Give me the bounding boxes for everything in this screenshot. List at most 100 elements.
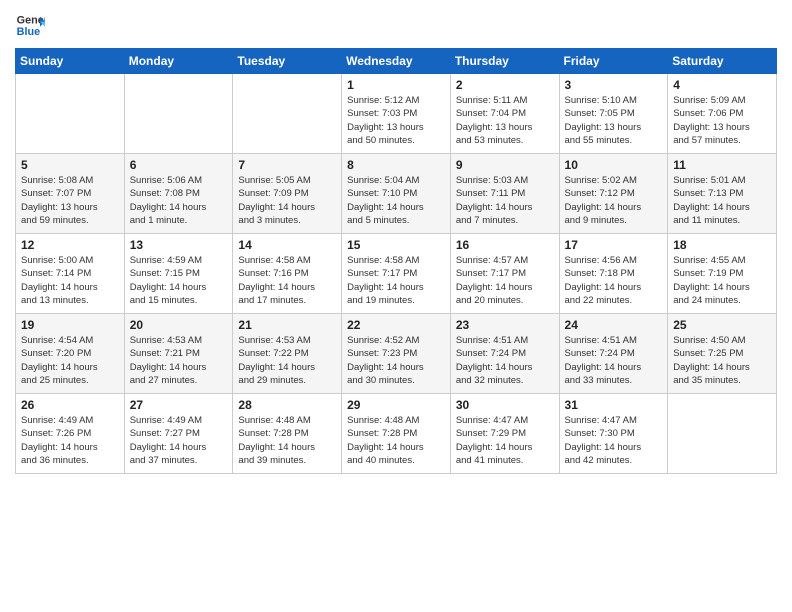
day-number: 12 [21, 238, 119, 252]
calendar-cell [16, 74, 125, 154]
weekday-header-monday: Monday [124, 49, 233, 74]
calendar-cell: 24 Sunrise: 4:51 AM Sunset: 7:24 PM Dayli… [559, 314, 668, 394]
day-info: Sunrise: 4:49 AM Sunset: 7:27 PM Dayligh… [130, 414, 228, 467]
calendar-cell: 5 Sunrise: 5:08 AM Sunset: 7:07 PM Daylig… [16, 154, 125, 234]
day-number: 16 [456, 238, 554, 252]
calendar-cell: 26 Sunrise: 4:49 AM Sunset: 7:26 PM Dayli… [16, 394, 125, 474]
day-info: Sunrise: 5:12 AM Sunset: 7:03 PM Dayligh… [347, 94, 445, 147]
weekday-header-saturday: Saturday [668, 49, 777, 74]
calendar-week-3: 12 Sunrise: 5:00 AM Sunset: 7:14 PM Dayli… [16, 234, 777, 314]
day-info: Sunrise: 4:52 AM Sunset: 7:23 PM Dayligh… [347, 334, 445, 387]
day-number: 3 [565, 78, 663, 92]
day-info: Sunrise: 5:04 AM Sunset: 7:10 PM Dayligh… [347, 174, 445, 227]
day-info: Sunrise: 4:48 AM Sunset: 7:28 PM Dayligh… [238, 414, 336, 467]
calendar-cell: 3 Sunrise: 5:10 AM Sunset: 7:05 PM Daylig… [559, 74, 668, 154]
weekday-header-tuesday: Tuesday [233, 49, 342, 74]
day-number: 10 [565, 158, 663, 172]
weekday-header-friday: Friday [559, 49, 668, 74]
day-number: 30 [456, 398, 554, 412]
day-number: 24 [565, 318, 663, 332]
day-info: Sunrise: 5:02 AM Sunset: 7:12 PM Dayligh… [565, 174, 663, 227]
calendar-cell: 1 Sunrise: 5:12 AM Sunset: 7:03 PM Daylig… [342, 74, 451, 154]
day-number: 5 [21, 158, 119, 172]
day-info: Sunrise: 4:54 AM Sunset: 7:20 PM Dayligh… [21, 334, 119, 387]
day-number: 2 [456, 78, 554, 92]
calendar-cell: 8 Sunrise: 5:04 AM Sunset: 7:10 PM Daylig… [342, 154, 451, 234]
calendar-cell: 27 Sunrise: 4:49 AM Sunset: 7:27 PM Dayli… [124, 394, 233, 474]
header: General Blue [15, 10, 777, 40]
calendar-week-5: 26 Sunrise: 4:49 AM Sunset: 7:26 PM Dayli… [16, 394, 777, 474]
day-info: Sunrise: 5:09 AM Sunset: 7:06 PM Dayligh… [673, 94, 771, 147]
day-number: 22 [347, 318, 445, 332]
calendar-cell: 17 Sunrise: 4:56 AM Sunset: 7:18 PM Dayli… [559, 234, 668, 314]
day-number: 29 [347, 398, 445, 412]
calendar-cell: 25Sunrise: 4:50 AM Sunset: 7:25 PM Dayli… [668, 314, 777, 394]
day-number: 21 [238, 318, 336, 332]
weekday-header-row: SundayMondayTuesdayWednesdayThursdayFrid… [16, 49, 777, 74]
day-info: Sunrise: 4:56 AM Sunset: 7:18 PM Dayligh… [565, 254, 663, 307]
day-number: 7 [238, 158, 336, 172]
day-info: Sunrise: 5:00 AM Sunset: 7:14 PM Dayligh… [21, 254, 119, 307]
day-number: 18 [673, 238, 771, 252]
calendar-cell: 2Sunrise: 5:11 AM Sunset: 7:04 PM Daylig… [450, 74, 559, 154]
calendar-cell [668, 394, 777, 474]
calendar-cell: 19Sunrise: 4:54 AM Sunset: 7:20 PM Dayli… [16, 314, 125, 394]
day-number: 11 [673, 158, 771, 172]
calendar-cell: 22 Sunrise: 4:52 AM Sunset: 7:23 PM Dayli… [342, 314, 451, 394]
calendar-cell: 7 Sunrise: 5:05 AM Sunset: 7:09 PM Daylig… [233, 154, 342, 234]
calendar-cell: 15 Sunrise: 4:58 AM Sunset: 7:17 PM Dayli… [342, 234, 451, 314]
svg-text:Blue: Blue [17, 26, 40, 38]
day-info: Sunrise: 5:08 AM Sunset: 7:07 PM Dayligh… [21, 174, 119, 227]
calendar-cell: 12 Sunrise: 5:00 AM Sunset: 7:14 PM Dayli… [16, 234, 125, 314]
page: General Blue SundayMondayTuesdayWednesda… [0, 0, 792, 612]
day-number: 4 [673, 78, 771, 92]
calendar-cell: 4 Sunrise: 5:09 AM Sunset: 7:06 PM Daylig… [668, 74, 777, 154]
day-info: Sunrise: 5:10 AM Sunset: 7:05 PM Dayligh… [565, 94, 663, 147]
day-number: 8 [347, 158, 445, 172]
calendar-cell: 13Sunrise: 4:59 AM Sunset: 7:15 PM Dayli… [124, 234, 233, 314]
day-info: Sunrise: 4:50 AM Sunset: 7:25 PM Dayligh… [673, 334, 771, 387]
day-info: Sunrise: 4:58 AM Sunset: 7:17 PM Dayligh… [347, 254, 445, 307]
day-info: Sunrise: 4:57 AM Sunset: 7:17 PM Dayligh… [456, 254, 554, 307]
weekday-header-sunday: Sunday [16, 49, 125, 74]
day-info: Sunrise: 4:51 AM Sunset: 7:24 PM Dayligh… [456, 334, 554, 387]
day-info: Sunrise: 4:58 AM Sunset: 7:16 PM Dayligh… [238, 254, 336, 307]
day-number: 26 [21, 398, 119, 412]
calendar-cell [233, 74, 342, 154]
day-number: 1 [347, 78, 445, 92]
day-number: 31 [565, 398, 663, 412]
day-number: 27 [130, 398, 228, 412]
calendar-cell: 31 Sunrise: 4:47 AM Sunset: 7:30 PM Dayli… [559, 394, 668, 474]
calendar-week-2: 5 Sunrise: 5:08 AM Sunset: 7:07 PM Daylig… [16, 154, 777, 234]
day-info: Sunrise: 4:53 AM Sunset: 7:22 PM Dayligh… [238, 334, 336, 387]
day-info: Sunrise: 5:01 AM Sunset: 7:13 PM Dayligh… [673, 174, 771, 227]
day-info: Sunrise: 4:51 AM Sunset: 7:24 PM Dayligh… [565, 334, 663, 387]
day-info: Sunrise: 5:03 AM Sunset: 7:11 PM Dayligh… [456, 174, 554, 227]
day-info: Sunrise: 4:47 AM Sunset: 7:29 PM Dayligh… [456, 414, 554, 467]
day-number: 15 [347, 238, 445, 252]
calendar-cell: 10 Sunrise: 5:02 AM Sunset: 7:12 PM Dayli… [559, 154, 668, 234]
day-number: 14 [238, 238, 336, 252]
day-info: Sunrise: 5:06 AM Sunset: 7:08 PM Dayligh… [130, 174, 228, 227]
calendar-cell: 16 Sunrise: 4:57 AM Sunset: 7:17 PM Dayli… [450, 234, 559, 314]
day-number: 13 [130, 238, 228, 252]
day-number: 6 [130, 158, 228, 172]
calendar: SundayMondayTuesdayWednesdayThursdayFrid… [15, 48, 777, 474]
calendar-cell: 21 Sunrise: 4:53 AM Sunset: 7:22 PM Dayli… [233, 314, 342, 394]
day-number: 20 [130, 318, 228, 332]
calendar-cell: 28Sunrise: 4:48 AM Sunset: 7:28 PM Dayli… [233, 394, 342, 474]
calendar-week-4: 19Sunrise: 4:54 AM Sunset: 7:20 PM Dayli… [16, 314, 777, 394]
day-number: 23 [456, 318, 554, 332]
day-info: Sunrise: 5:05 AM Sunset: 7:09 PM Dayligh… [238, 174, 336, 227]
day-number: 9 [456, 158, 554, 172]
calendar-cell: 6 Sunrise: 5:06 AM Sunset: 7:08 PM Daylig… [124, 154, 233, 234]
calendar-cell: 23 Sunrise: 4:51 AM Sunset: 7:24 PM Dayli… [450, 314, 559, 394]
calendar-cell: 11 Sunrise: 5:01 AM Sunset: 7:13 PM Dayli… [668, 154, 777, 234]
weekday-header-thursday: Thursday [450, 49, 559, 74]
day-number: 17 [565, 238, 663, 252]
day-info: Sunrise: 4:53 AM Sunset: 7:21 PM Dayligh… [130, 334, 228, 387]
day-info: Sunrise: 4:49 AM Sunset: 7:26 PM Dayligh… [21, 414, 119, 467]
logo: General Blue [15, 10, 45, 40]
day-info: Sunrise: 4:47 AM Sunset: 7:30 PM Dayligh… [565, 414, 663, 467]
calendar-cell: 30 Sunrise: 4:47 AM Sunset: 7:29 PM Dayli… [450, 394, 559, 474]
